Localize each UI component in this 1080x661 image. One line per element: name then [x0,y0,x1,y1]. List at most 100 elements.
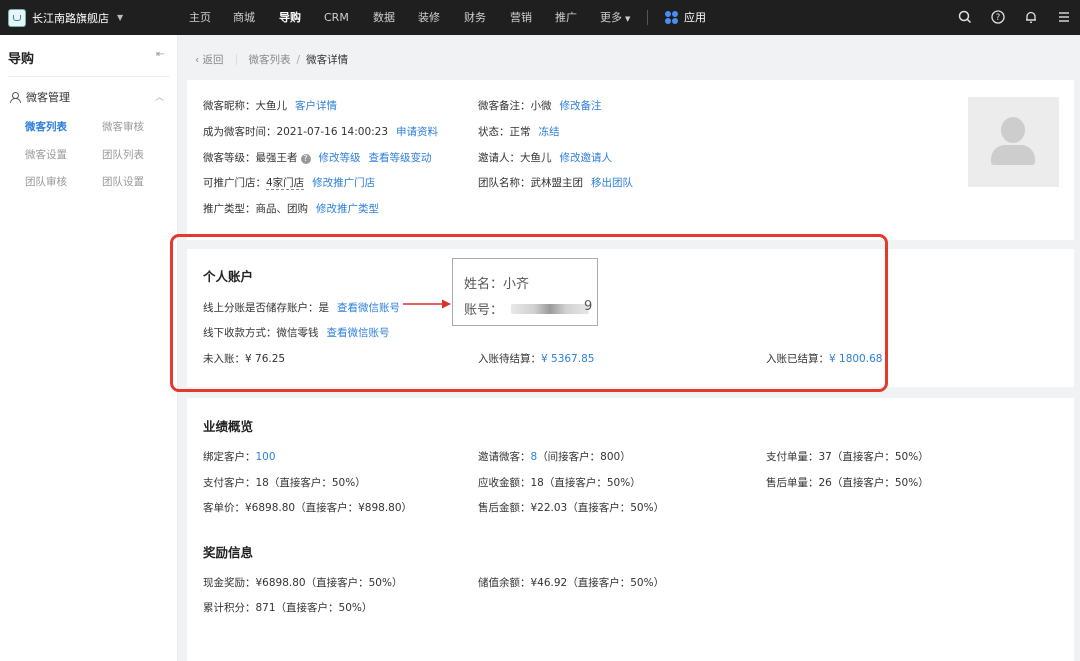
nav-more-label: 更多 [600,11,622,24]
store-logo-icon [8,8,26,27]
settled-row: 入账已结算：¥ 1800.68 [766,351,882,366]
after-sale-orders: 售后单量：26（直接客户：50%） [766,477,929,489]
nav-marketing[interactable]: 营销 [510,0,532,35]
stores-label: 可推广门店： [203,177,266,189]
nav-promotion[interactable]: 推广 [555,0,577,35]
chevron-up-icon[interactable]: ︿ [155,90,164,103]
masked-account-number [511,304,589,314]
help-icon[interactable]: ? [300,154,311,164]
pending-value[interactable]: ¥ 5367.85 [541,353,594,365]
settled-value[interactable]: ¥ 1800.68 [829,353,882,365]
promo-type-label: 推广类型： [203,203,256,215]
avatar-head [1001,117,1025,143]
sidebar-item-team-review[interactable]: 团队审核 [25,174,67,189]
collapse-sidebar-icon[interactable]: ⇤ [156,49,164,60]
view-wechat-account-link[interactable]: 查看微信账号 [337,302,400,314]
level-label: 微客等级： [203,152,256,164]
join-time-value: 2021-07-16 14:00:23 [276,126,389,138]
edit-remark-link[interactable]: 修改备注 [560,100,602,112]
stored-balance: 储值余额：¥46.92（直接客户：50%） [478,577,665,589]
top-navbar: 长江南路旗舰店 ▼ 主页 商城 导购 CRM 数据 装修 财务 营销 推广 更多… [0,0,1080,35]
arrow-icon [403,299,451,309]
edit-stores-link[interactable]: 修改推广门店 [312,177,375,189]
help-icon[interactable]: ? [988,7,1008,27]
rewards-title: 奖励信息 [203,545,254,560]
search-icon[interactable] [955,7,975,27]
sidebar-group-weike[interactable]: 微客管理 [10,89,70,105]
popup-account-label: 账号： [464,303,504,318]
sidebar-item-team-list[interactable]: 团队列表 [102,147,144,162]
level-row: 微客等级：最强王者? 修改等级 查看等级变动 [203,150,432,165]
remove-team-link[interactable]: 移出团队 [591,177,633,189]
sidebar-item-weike-settings[interactable]: 微客设置 [25,147,67,162]
edit-inviter-link[interactable]: 修改邀请人 [560,152,613,164]
back-label: 返回 [202,54,224,66]
sidebar: 导购 ⇤ 微客管理 ︿ 微客列表 微客审核 微客设置 团队列表 团队审核 团队设… [0,35,178,661]
team-label: 团队名称： [478,177,531,189]
nav-decoration[interactable]: 装修 [418,0,440,35]
edit-level-link[interactable]: 修改等级 [319,152,361,164]
unsettled-row: 未入账：¥ 76.25 [203,351,285,366]
sidebar-item-weike-review[interactable]: 微客审核 [102,119,144,134]
avatar-body [991,145,1035,165]
menu-icon[interactable] [1054,7,1074,27]
pay-customers: 支付客户：18（直接客户：50%） [203,477,366,489]
store-switcher[interactable]: 长江南路旗舰店 ▼ [8,7,123,28]
application-info-link[interactable]: 申请资料 [396,126,438,138]
svg-text:?: ? [996,13,1001,23]
bound-customers-row: 绑定客户：100 [203,449,276,464]
sidebar-item-team-settings[interactable]: 团队设置 [102,174,144,189]
nav-more[interactable]: 更多 ▼ [600,0,630,35]
breadcrumb-parent[interactable]: 微客列表 [249,52,291,67]
team-value: 武林盟主团 [530,177,584,189]
nickname-value: 大鱼儿 [255,100,288,112]
popup-name-row: 姓名：小齐 [464,273,529,292]
status-row: 状态：正常 冻结 [478,124,560,139]
edit-promo-type-link[interactable]: 修改推广类型 [316,203,379,215]
stores-row: 可推广门店：4家门店 修改推广门店 [203,175,375,190]
sidebar-group-label: 微客管理 [26,91,70,104]
online-account-row: 线上分账是否储存账户：是 查看微信账号 [203,300,400,315]
performance-title: 业绩概览 [203,419,254,434]
account-title: 个人账户 [203,269,254,284]
join-time-row: 成为微客时间：2021-07-16 14:00:23 申请资料 [203,124,438,139]
popup-name-label: 姓名： [464,277,504,292]
nav-data[interactable]: 数据 [373,0,395,35]
team-row: 团队名称：武林盟主团 移出团队 [478,175,633,190]
total-points: 累计积分：871（直接客户：50%） [203,602,373,614]
freeze-link[interactable]: 冻结 [539,126,560,138]
unsettled-label: 未入账： [203,353,245,365]
view-wechat-account-link-2[interactable]: 查看微信账号 [327,327,390,339]
invite-extra: （间接客户：800） [537,451,631,463]
caret-down-icon: ▼ [117,13,124,22]
nav-mall[interactable]: 商城 [233,0,255,35]
breadcrumb-separator: / [296,53,301,66]
nav-crm[interactable]: CRM [324,0,349,35]
nav-home[interactable]: 主页 [189,0,211,35]
sidebar-item-weike-list[interactable]: 微客列表 [25,119,67,134]
back-button[interactable]: ‹ 返回 [195,52,224,67]
nav-guide[interactable]: 导购 [279,0,301,35]
online-value: 是 [318,302,330,314]
account-card [187,249,1074,387]
cash-reward: 现金奖励：¥6898.80（直接客户：50%） [203,577,403,589]
bell-icon[interactable] [1021,7,1041,27]
stores-value[interactable]: 4家门店 [266,177,305,190]
avatar [968,97,1059,187]
breadcrumb-divider [235,54,237,65]
avg-order-price: 客单价：¥6898.80（直接客户：¥898.80） [203,502,413,514]
inviter-label: 邀请人： [478,152,520,164]
level-history-link[interactable]: 查看等级变动 [369,152,432,164]
promo-type-value: 商品、团购 [255,203,309,215]
apps-icon[interactable] [665,11,678,24]
nickname-label: 微客昵称： [203,100,256,112]
bound-value[interactable]: 100 [256,451,276,463]
join-time-label: 成为微客时间： [203,126,277,138]
nav-divider [647,10,648,25]
nav-finance[interactable]: 财务 [464,0,486,35]
customer-detail-link[interactable]: 客户详情 [295,100,337,112]
breadcrumb-current: 微客详情 [306,54,349,66]
nav-apps[interactable]: 应用 [684,0,706,35]
online-label: 线上分账是否储存账户： [203,302,319,314]
settled-label: 入账已结算： [766,353,829,365]
